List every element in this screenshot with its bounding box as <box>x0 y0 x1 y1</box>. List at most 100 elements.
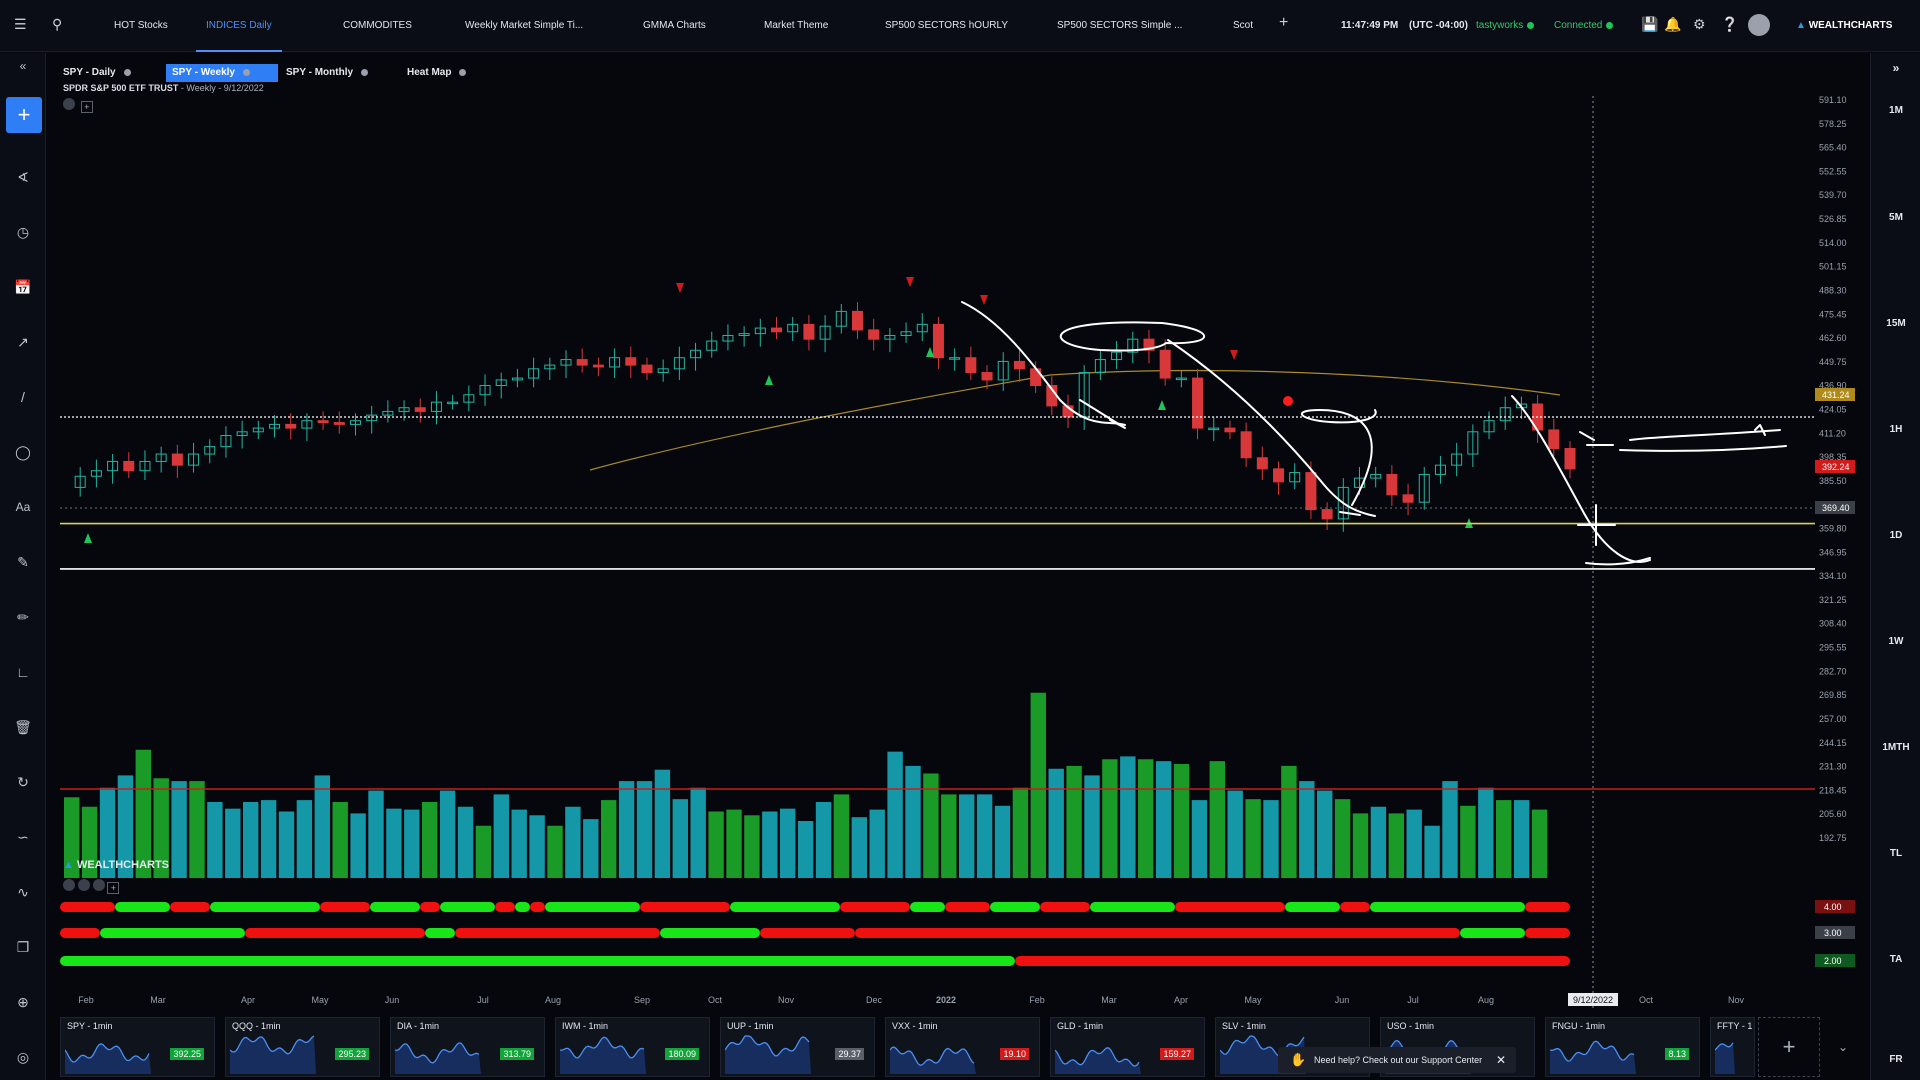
mini-chart[interactable]: GLD - 1min 159.27 <box>1050 1017 1205 1077</box>
bell-icon[interactable]: 🔔 <box>1664 16 1681 33</box>
clock-icon[interactable]: ◷ <box>14 223 32 241</box>
main-chart[interactable]: 4.00 3.00 2.00 591.10 578.25 565.40 552.55 539… <box>0 0 1920 1080</box>
layers-icon[interactable]: ❐ <box>14 938 32 956</box>
volume-bar <box>171 781 187 878</box>
workspace-tab[interactable]: Weekly Market Simple Ti... <box>465 0 583 52</box>
trend-strip-segment <box>515 902 530 912</box>
chart-tab[interactable]: Heat Map <box>401 64 481 82</box>
add-tab-icon[interactable]: + <box>1279 14 1288 32</box>
timeframe-1d[interactable]: 1D <box>1871 530 1920 541</box>
chart-tab[interactable]: SPY - Monthly <box>280 64 400 82</box>
mini-chart[interactable]: DIA - 1min 313.79 <box>390 1017 545 1077</box>
timeframe-1h[interactable]: 1H <box>1871 424 1920 435</box>
price-tick: 205.60 <box>1819 809 1847 819</box>
workspace-tab[interactable]: Scot <box>1233 0 1253 52</box>
timeframe-fr[interactable]: FR <box>1871 1054 1920 1065</box>
broker-status[interactable]: tastyworks <box>1476 0 1535 52</box>
mini-chart[interactable]: VXX - 1min 19.10 <box>885 1017 1040 1077</box>
candle-body <box>1159 349 1171 379</box>
workspace-tab[interactable]: Market Theme <box>764 0 828 52</box>
x-axis-label: Nov <box>1728 995 1745 1005</box>
line-chart-icon[interactable]: ∽ <box>14 828 32 846</box>
indicator-link-icon[interactable] <box>63 879 75 891</box>
trend-strip-segment <box>855 928 1460 938</box>
indicators-icon[interactable]: ↗ <box>14 333 32 351</box>
avatar[interactable] <box>1748 14 1770 36</box>
candle-body <box>1013 360 1025 370</box>
buy-signal-marker <box>926 347 934 357</box>
candle-body <box>932 323 944 359</box>
close-icon[interactable]: ✕ <box>1496 1047 1506 1073</box>
volume-bar <box>332 802 348 878</box>
text-tool-icon[interactable]: Aa <box>14 498 32 516</box>
chart-type-icon[interactable]: ∢ <box>14 168 32 186</box>
x-axis-label: Jul <box>1407 995 1419 1005</box>
volume-bar <box>815 802 832 878</box>
trendline-icon[interactable]: / <box>14 388 32 406</box>
workspace-tab[interactable]: SP500 SECTORS Simple ... <box>1057 0 1182 52</box>
mini-chart[interactable]: QQQ - 1min 295.23 <box>225 1017 380 1077</box>
add-mini-chart-button[interactable]: + <box>1758 1017 1820 1077</box>
mini-chart[interactable]: UUP - 1min 29.37 <box>720 1017 875 1077</box>
help-icon[interactable]: ❔ <box>1721 16 1738 33</box>
search-icon[interactable]: ⚲ <box>52 16 62 33</box>
trend-strip-segment <box>455 928 660 938</box>
crosshair-icon[interactable]: ⊕ <box>14 993 32 1011</box>
timeframe-tl[interactable]: TL <box>1871 848 1920 859</box>
volume-bar <box>672 799 688 878</box>
price-tick: 514.00 <box>1819 238 1847 248</box>
price-label: 369.40 <box>1822 503 1850 513</box>
scatter-icon[interactable]: ∿ <box>14 883 32 901</box>
add-chart-button[interactable]: + <box>6 97 42 133</box>
candle-body <box>1192 377 1204 429</box>
workspace-tab[interactable]: HOT Stocks <box>114 0 168 52</box>
trend-strip-segment <box>245 928 425 938</box>
support-toast[interactable]: ✋ Need help? Check out our Support Cente… <box>1278 1047 1516 1073</box>
volume-bar <box>1155 761 1172 878</box>
workspace-tab[interactable]: INDICES Daily <box>196 0 282 52</box>
volume-bar <box>797 821 814 878</box>
add-study-icon[interactable]: + <box>80 101 93 113</box>
price-tick: 218.45 <box>1819 785 1847 795</box>
candle-body <box>641 364 653 374</box>
indicator-settings-icon[interactable] <box>92 879 105 891</box>
refresh-icon[interactable]: ↻ <box>14 773 32 791</box>
gear-icon[interactable]: ⚙ <box>1693 16 1706 33</box>
chart-tab[interactable]: SPY - Weekly <box>166 64 278 82</box>
chart-tab[interactable]: SPY - Daily <box>57 64 165 82</box>
timeframe-ta[interactable]: TA <box>1871 954 1920 965</box>
menu-icon[interactable]: ☰ <box>14 16 27 33</box>
ruler-icon[interactable]: ✏ <box>14 608 32 626</box>
collapse-right-icon[interactable]: » <box>1871 61 1920 75</box>
calendar-icon[interactable]: 📅 <box>14 278 32 296</box>
collapse-left-icon[interactable]: « <box>14 57 32 75</box>
mini-chart[interactable]: FFTY - 1 <box>1710 1017 1755 1077</box>
indicator-add-icon[interactable]: + <box>107 882 120 894</box>
timeframe-5m[interactable]: 5M <box>1871 212 1920 223</box>
expand-strip-icon[interactable]: ⌄ <box>1838 1040 1848 1054</box>
mini-chart[interactable]: IWM - 1min 180.09 <box>555 1017 710 1077</box>
trash-icon[interactable]: 🗑 <box>14 718 32 736</box>
measure-icon[interactable]: ∟ <box>14 663 32 681</box>
indicator-eye-icon[interactable] <box>77 879 90 891</box>
globe-icon[interactable]: ◎ <box>14 1048 32 1066</box>
trend-strip-segment <box>730 902 840 912</box>
timeframe-15m[interactable]: 15M <box>1871 318 1920 329</box>
workspace-tab[interactable]: GMMA Charts <box>643 0 706 52</box>
volume-bar <box>959 794 975 878</box>
shapes-icon[interactable]: ◯ <box>14 443 32 461</box>
workspace-tab[interactable]: COMMODITES <box>343 0 412 52</box>
volume-bar <box>869 809 885 878</box>
mini-chart[interactable]: FNGU - 1min 8.13 <box>1545 1017 1700 1077</box>
volume-bar <box>511 809 527 878</box>
timeframe-1m[interactable]: 1M <box>1871 105 1920 116</box>
workspace-tab[interactable]: SP500 SECTORS hOURLY <box>885 0 1008 52</box>
link-icon[interactable] <box>63 98 75 110</box>
timeframe-1mth[interactable]: 1MTH <box>1871 742 1920 753</box>
pencil-icon[interactable]: ✎ <box>14 553 32 571</box>
timeframe-1w[interactable]: 1W <box>1871 636 1920 647</box>
buy-signal-marker <box>84 533 92 543</box>
mini-chart[interactable]: SPY - 1min 392.25 <box>60 1017 215 1077</box>
trend-strip-segment <box>425 928 455 938</box>
save-icon[interactable]: 💾 <box>1641 16 1658 33</box>
